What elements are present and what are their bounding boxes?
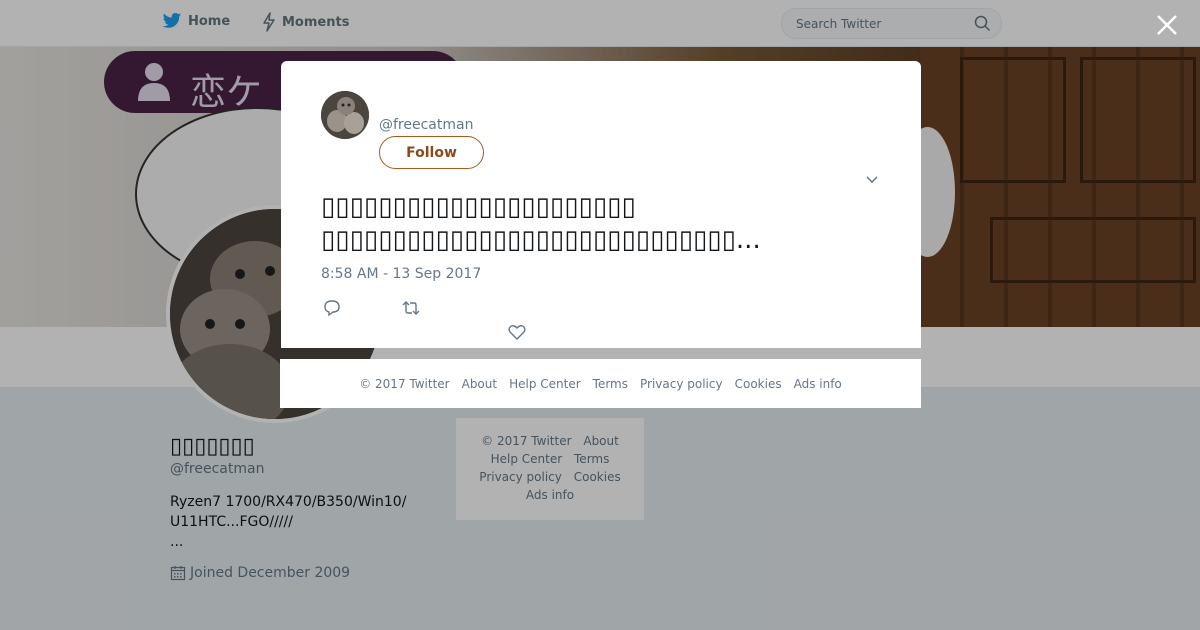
heart-icon[interactable]	[507, 322, 527, 342]
tweet-text-line: ▯▯▯▯▯▯▯▯▯▯▯▯▯▯▯▯▯▯▯▯▯▯▯▯▯▯▯▯▯...	[321, 225, 761, 255]
close-icon[interactable]	[1154, 12, 1180, 38]
footer-help-link[interactable]: Help Center	[509, 377, 581, 391]
footer-terms-link[interactable]: Terms	[593, 377, 628, 391]
tweet-text: ▯▯▯▯▯▯▯▯▯▯▯▯▯▯▯▯▯▯▯▯▯▯ ▯▯▯▯▯▯▯▯▯▯▯▯▯▯▯▯▯…	[321, 191, 881, 257]
modal-footer: © 2017 Twitter About Help Center Terms P…	[280, 359, 921, 408]
footer-cookies-link[interactable]: Cookies	[735, 377, 782, 391]
footer-privacy-link[interactable]: Privacy policy	[640, 377, 723, 391]
reply-icon[interactable]	[322, 298, 342, 318]
footer-about-link[interactable]: About	[462, 377, 497, 391]
footer-copyright: © 2017 Twitter	[359, 376, 450, 391]
tweet-author-avatar[interactable]	[321, 91, 369, 139]
tweet-text-line: ▯▯▯▯▯▯▯▯▯▯▯▯▯▯▯▯▯▯▯▯▯▯	[321, 192, 636, 222]
follow-button[interactable]: Follow	[379, 136, 484, 169]
tweet-author-handle[interactable]: @freecatman	[379, 117, 473, 133]
kittens-avatar-image	[321, 91, 369, 139]
tweet-timestamp[interactable]: 8:58 AM - 13 Sep 2017	[321, 266, 481, 282]
retweet-icon[interactable]	[401, 298, 421, 318]
tweet-permalink-modal: @freecatman Follow ▯▯▯▯▯▯▯▯▯▯▯▯▯▯▯▯▯▯▯▯▯…	[281, 61, 921, 348]
footer-ads-link[interactable]: Ads info	[794, 377, 842, 391]
chevron-down-icon[interactable]	[864, 171, 880, 187]
